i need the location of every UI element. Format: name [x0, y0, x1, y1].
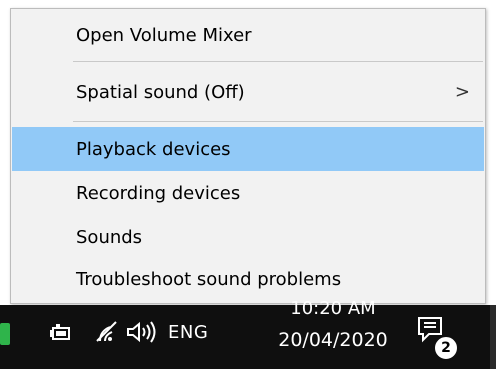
menu-item-playback-devices[interactable]: Playback devices [12, 127, 484, 171]
battery-icon[interactable] [48, 319, 74, 345]
menu-item-label: Open Volume Mixer [76, 24, 252, 46]
wifi-icon[interactable] [94, 319, 120, 345]
menu-item-spatial-sound[interactable]: Spatial sound (Off) > [12, 70, 484, 114]
speaker-icon[interactable] [124, 319, 158, 345]
menu-separator [73, 61, 483, 62]
menu-item-sounds[interactable]: Sounds [12, 215, 484, 259]
chevron-right-icon: > [454, 81, 470, 103]
menu-item-label: Spatial sound (Off) [76, 81, 245, 103]
clock[interactable]: 10:20 AM 20/04/2020 [258, 297, 408, 351]
menu-item-open-volume-mixer[interactable]: Open Volume Mixer [12, 13, 484, 57]
menu-item-troubleshoot[interactable]: Troubleshoot sound problems [12, 257, 484, 301]
menu-item-label: Playback devices [76, 138, 231, 160]
language-indicator[interactable]: ENG [168, 322, 208, 343]
app-icon[interactable] [0, 323, 10, 345]
menu-item-label: Sounds [76, 226, 143, 248]
menu-item-label: Recording devices [76, 182, 241, 204]
sound-context-menu: Open Volume Mixer Spatial sound (Off) > … [10, 8, 486, 304]
menu-item-recording-devices[interactable]: Recording devices [12, 171, 484, 215]
screen: Open Volume Mixer Spatial sound (Off) > … [0, 0, 496, 369]
action-center-icon[interactable]: 2 [416, 315, 459, 361]
taskbar: ENG 10:20 AM 20/04/2020 2 [0, 298, 496, 369]
clock-time: 10:20 AM [290, 298, 376, 319]
menu-item-label: Troubleshoot sound problems [76, 268, 342, 290]
clock-date: 20/04/2020 [278, 329, 388, 351]
menu-separator [73, 121, 483, 122]
notification-count-badge: 2 [433, 335, 459, 361]
show-desktop-button[interactable] [490, 305, 496, 369]
